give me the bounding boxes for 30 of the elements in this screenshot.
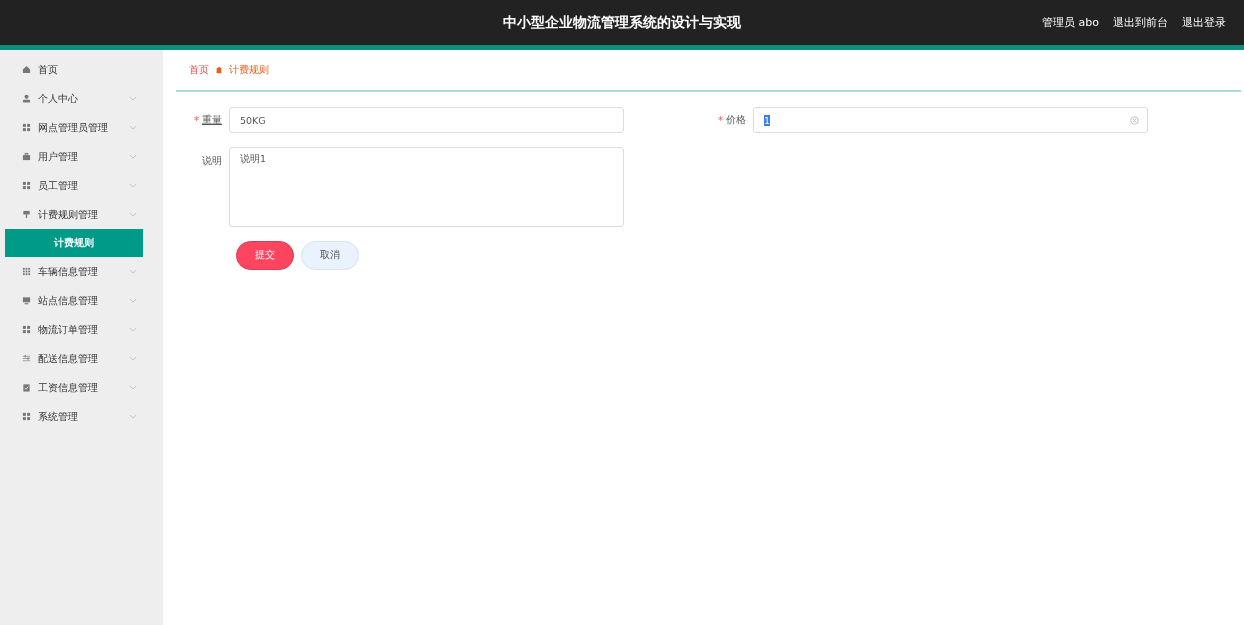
field-label: 重量: [202, 113, 222, 127]
header-link[interactable]: 退出到前台: [1113, 15, 1168, 30]
menu-item[interactable]: 网点管理员管理: [0, 113, 163, 142]
menu-item[interactable]: 工资信息管理: [0, 373, 163, 402]
submenu-item[interactable]: 计费规则: [5, 229, 143, 257]
required-mark: *: [718, 114, 723, 126]
input-field[interactable]: 1: [753, 107, 1148, 133]
separator-icon: [215, 66, 223, 74]
breadcrumb-link[interactable]: 计费规则: [229, 63, 269, 77]
menu-item[interactable]: 物流订单管理: [0, 315, 163, 344]
cancel-button[interactable]: 取消: [301, 241, 359, 270]
textarea-field[interactable]: 说明1: [229, 147, 624, 227]
menu-item[interactable]: 站点信息管理: [0, 286, 163, 315]
user-menu-link[interactable]: 管理员 abo: [1042, 15, 1099, 30]
menu-item[interactable]: 首页: [0, 55, 163, 84]
menu-item[interactable]: 计费规则管理: [0, 200, 163, 229]
input-field[interactable]: 50KG: [229, 107, 624, 133]
field-label: 价格: [726, 113, 746, 127]
header-link[interactable]: 退出登录: [1182, 15, 1226, 30]
app-title: 中小型企业物流管理系统的设计与实现: [503, 13, 741, 32]
field-label: 说明: [202, 154, 222, 168]
menu-item[interactable]: 系统管理: [0, 402, 163, 431]
menu-item[interactable]: 车辆信息管理: [0, 257, 163, 286]
menu-item[interactable]: 员工管理: [0, 171, 163, 200]
menu-item[interactable]: 配送信息管理: [0, 344, 163, 373]
clear-icon[interactable]: [1130, 115, 1139, 125]
menu-item[interactable]: 个人中心: [0, 84, 163, 113]
menu-item[interactable]: 用户管理: [0, 142, 163, 171]
breadcrumb-link[interactable]: 首页: [189, 63, 209, 77]
required-mark: *: [194, 114, 199, 126]
